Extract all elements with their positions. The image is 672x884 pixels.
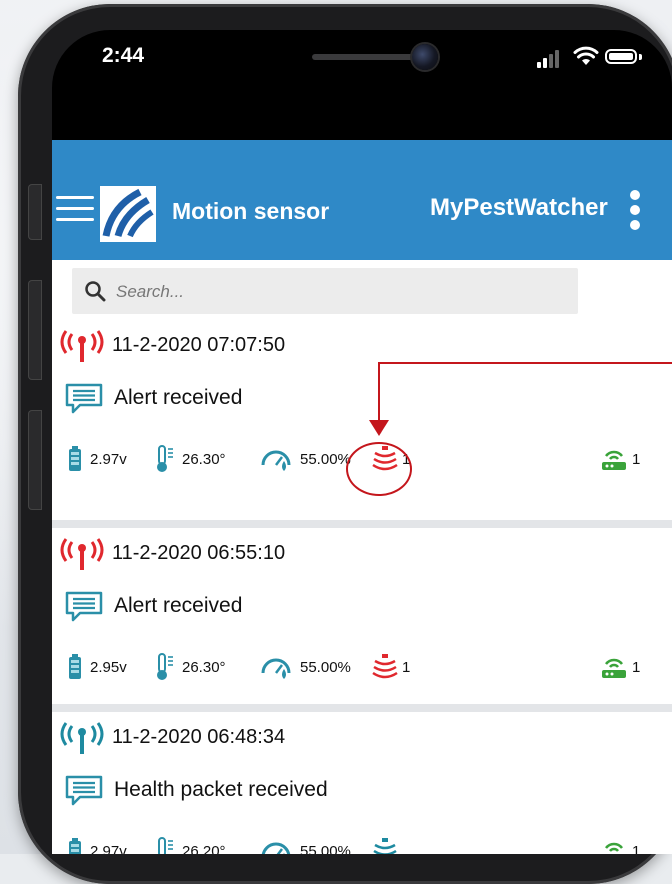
speaker-grille xyxy=(312,54,416,60)
annotation-leader-line xyxy=(378,362,380,424)
divider xyxy=(52,520,672,528)
battery-metric: 2.97v xyxy=(68,836,127,854)
teal-antenna-icon xyxy=(60,722,104,754)
motion-metric: 1 xyxy=(372,652,410,682)
page-title: Motion sensor xyxy=(172,198,330,224)
humidity-value: 55.00% xyxy=(300,842,351,855)
humidity-gauge-icon xyxy=(261,842,291,854)
battery-value: 2.95v xyxy=(90,658,127,676)
brand-name: MyPestWatcher xyxy=(430,194,608,221)
thermometer-icon xyxy=(158,837,173,854)
red-antenna-icon xyxy=(60,538,104,570)
volume-up-button xyxy=(28,280,42,380)
humidity-value: 55.00% xyxy=(300,450,351,468)
search-bar[interactable] xyxy=(72,268,578,316)
app-logo xyxy=(100,186,156,242)
timestamp: 11-2-2020 06:48:34 xyxy=(112,726,286,748)
battery-value: 2.97v xyxy=(90,842,127,855)
phone-screen: 2:44 Motion sensor MyPestWatcher Search.… xyxy=(52,30,672,854)
temperature-value: 26.30° xyxy=(182,658,226,676)
gateway-count: 1 xyxy=(632,450,641,468)
thermometer-icon xyxy=(157,445,173,472)
red-antenna-icon xyxy=(60,330,104,362)
gateway-router-icon xyxy=(602,658,626,678)
list-item[interactable]: 11-2-2020 06:48:34 Health packet receive… xyxy=(52,712,672,854)
battery-level-icon xyxy=(69,654,81,679)
temperature-value: 26.20° xyxy=(182,842,226,855)
thermometer-icon xyxy=(157,653,173,680)
message-text: Health packet received xyxy=(114,778,328,801)
list-item[interactable]: 11-2-2020 06:55:10 Alert received 2.95v … xyxy=(52,528,672,704)
battery-metric: 2.97v xyxy=(68,444,127,474)
temperature-metric: 26.20° xyxy=(154,836,226,854)
battery-icon xyxy=(605,49,637,64)
humidity-metric: 55.00% xyxy=(260,652,351,682)
front-camera xyxy=(412,44,438,70)
motion-count: 1 xyxy=(402,658,411,676)
annotation-highlight-circle xyxy=(346,442,412,496)
message-text: Alert received xyxy=(114,386,243,409)
search-input[interactable] xyxy=(114,268,558,316)
gateway-router-icon xyxy=(605,842,623,852)
red-motion-sensor-icon xyxy=(372,654,398,679)
temperature-value: 26.30° xyxy=(182,450,226,468)
menu-icon[interactable] xyxy=(56,194,94,224)
gateway-router-icon xyxy=(602,450,626,470)
timestamp: 11-2-2020 07:07:50 xyxy=(112,334,286,356)
message-text: Alert received xyxy=(114,594,243,617)
battery-level-icon xyxy=(69,446,81,471)
battery-level-icon xyxy=(69,838,81,854)
volume-down-button xyxy=(28,410,42,510)
timestamp: 11-2-2020 06:55:10 xyxy=(112,542,286,564)
gateway-count: 1 xyxy=(632,658,641,676)
gateway-metric: 1 xyxy=(600,836,640,854)
message-icon xyxy=(65,775,103,806)
motion-metric xyxy=(372,836,402,854)
message-icon xyxy=(65,591,103,622)
battery-metric: 2.95v xyxy=(68,652,127,682)
message-icon xyxy=(65,383,103,414)
annotation-arrowhead-icon xyxy=(369,420,389,436)
humidity-metric: 55.00% xyxy=(260,836,351,854)
humidity-metric: 55.00% xyxy=(260,444,351,474)
mute-switch xyxy=(28,184,42,240)
divider xyxy=(52,704,672,712)
gateway-metric: 1 xyxy=(600,444,640,474)
search-icon xyxy=(85,281,106,302)
app-header: Motion sensor MyPestWatcher xyxy=(52,140,672,260)
gateway-count: 1 xyxy=(632,842,641,855)
humidity-gauge-icon xyxy=(261,450,291,471)
event-list: 11-2-2020 07:07:50 Alert received 2.97v … xyxy=(52,260,672,854)
more-options-icon[interactable] xyxy=(628,190,642,230)
wifi-icon xyxy=(573,46,599,65)
temperature-metric: 26.30° xyxy=(154,652,226,682)
teal-motion-sensor-icon xyxy=(373,838,397,854)
battery-value: 2.97v xyxy=(90,450,127,468)
humidity-gauge-icon xyxy=(261,658,291,679)
temperature-metric: 26.30° xyxy=(154,444,226,474)
gateway-metric: 1 xyxy=(600,652,640,682)
humidity-value: 55.00% xyxy=(300,658,351,676)
status-time: 2:44 xyxy=(102,44,145,67)
annotation-leader-line xyxy=(378,362,672,364)
